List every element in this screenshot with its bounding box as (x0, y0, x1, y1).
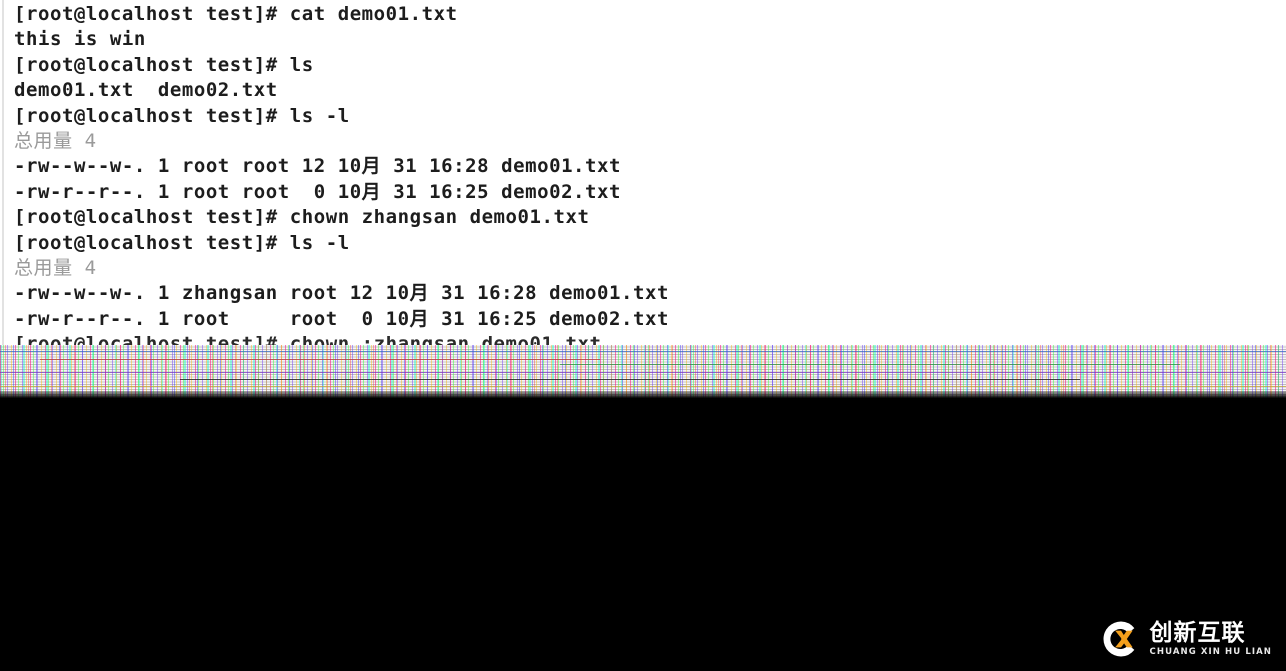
scanline-streak (560, 364, 1180, 365)
terminal-line: [root@localhost test]# chown zhangsan de… (14, 206, 590, 229)
terminal-line-list: [root@localhost test]# cat demo01.txt th… (14, 2, 1274, 345)
scanline-streak (0, 386, 1286, 387)
terminal-line: [root@localhost test]# chown :zhangsan d… (14, 333, 602, 345)
terminal-line: 总用量 4 (14, 129, 97, 152)
terminal-line: -rw--w--w-. 1 root root 12 10月 31 16:28 … (14, 155, 622, 178)
terminal-line: -rw-r--r--. 1 root root 0 10月 31 16:25 d… (14, 307, 669, 330)
terminal-line: demo01.txt demo02.txt (14, 79, 278, 102)
scanline-streak (0, 351, 1286, 352)
terminal-line: [root@localhost test]# ls -l (14, 231, 350, 254)
watermark-text-block: 创新互联 CHUANG XIN HU LIAN (1149, 619, 1272, 657)
watermark-brand-cn: 创新互联 (1149, 619, 1246, 646)
terminal-line: this is win (14, 28, 146, 51)
terminal-line: -rw-r--r--. 1 root root 0 10月 31 16:25 d… (14, 180, 622, 203)
band-bottom-fade (0, 391, 1286, 400)
watermark-brand-pinyin: CHUANG XIN HU LIAN (1149, 646, 1272, 657)
black-background-pane: 创新互联 CHUANG XIN HU LIAN (0, 400, 1286, 671)
terminal-left-gutter-rule (2, 0, 4, 345)
scanline-streak (180, 379, 1080, 380)
terminal-line: [root@localhost test]# ls -l (14, 104, 350, 127)
screenshot-root: [root@localhost test]# cat demo01.txt th… (0, 0, 1286, 671)
chuangxinhulian-logo-icon (1103, 621, 1134, 657)
terminal-line: [root@localhost test]# cat demo01.txt (14, 3, 458, 25)
terminal-line: 总用量 4 (14, 256, 97, 279)
scanline-streak (40, 359, 600, 360)
terminal-line: -rw--w--w-. 1 zhangsan root 12 10月 31 16… (14, 282, 669, 305)
terminal-line: [root@localhost test]# ls (14, 53, 314, 76)
corrupted-scanline-band (0, 345, 1286, 400)
scanline-streak (0, 372, 1286, 373)
watermark: 创新互联 CHUANG XIN HU LIAN (1101, 619, 1272, 659)
terminal-output-pane[interactable]: [root@localhost test]# cat demo01.txt th… (0, 0, 1286, 345)
